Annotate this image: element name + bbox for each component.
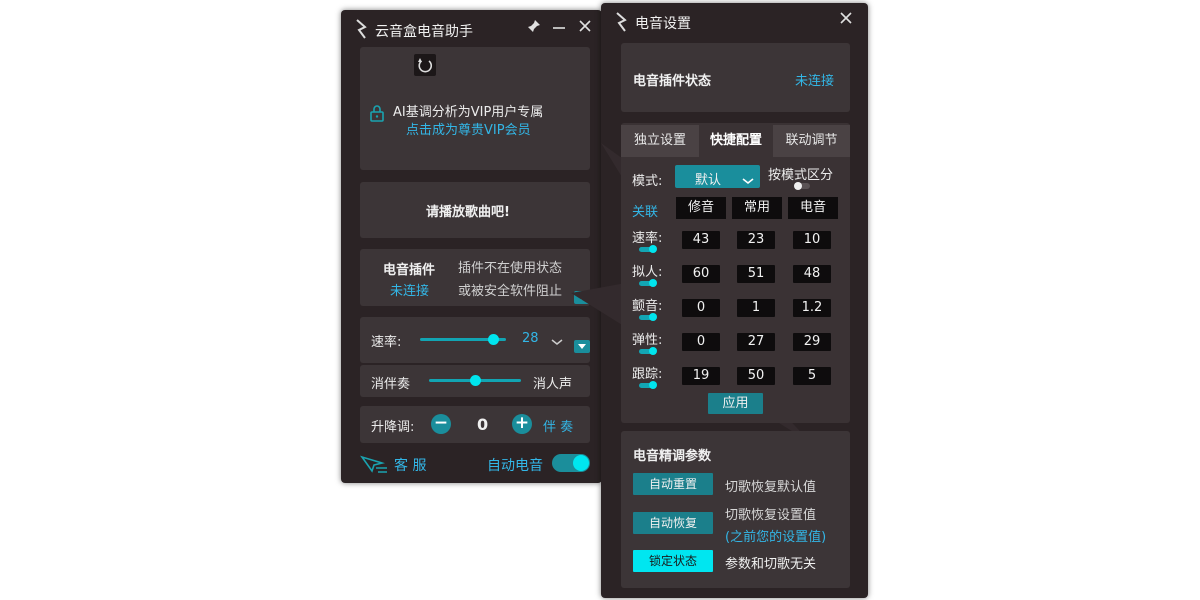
auto-effect-toggle[interactable]	[552, 454, 590, 472]
auto-reset-button[interactable]: 自动重置	[633, 473, 713, 495]
param-label: 弹性:	[632, 333, 663, 348]
param-mini-slider[interactable]	[639, 245, 657, 253]
lock-state-button[interactable]: 锁定状态	[633, 550, 713, 572]
customer-service-link[interactable]: 客 服	[394, 455, 426, 475]
tab-quick-config[interactable]: 快捷配置	[699, 125, 773, 157]
app-logo-icon	[356, 19, 367, 39]
mode-chevron-down-icon	[742, 171, 754, 190]
param-value-cell[interactable]: 23	[737, 231, 775, 249]
param-value-cell[interactable]: 48	[793, 265, 831, 283]
mode-select[interactable]: 默认	[675, 165, 760, 188]
param-value-cell[interactable]: 0	[682, 333, 720, 351]
auto-reset-desc: 切歌恢复默认值	[725, 480, 817, 495]
param-value-cell[interactable]: 50	[737, 367, 775, 385]
auto-restore-note: (之前您的设置值)	[725, 530, 827, 545]
link-label[interactable]: 关联	[632, 201, 658, 220]
remove-accompaniment-label: 消伴奏	[371, 377, 411, 392]
refresh-icon[interactable]	[414, 54, 436, 76]
tab-linked[interactable]: 联动调节	[773, 125, 850, 157]
param-value-cell[interactable]: 1	[737, 299, 775, 317]
param-value-cell[interactable]: 51	[737, 265, 775, 283]
mode-select-value: 默认	[695, 173, 722, 188]
mode-distinguish-label: 按模式区分	[768, 168, 834, 183]
customer-service-icon[interactable]	[359, 454, 388, 478]
param-value-cell[interactable]: 29	[793, 333, 831, 351]
auto-effect-toggle-knob	[573, 455, 589, 471]
plugin-status-label: 电音插件状态	[633, 74, 712, 89]
pin-icon[interactable]	[525, 19, 543, 37]
pitch-down-button[interactable]: −	[431, 414, 451, 434]
param-value-cell[interactable]: 43	[682, 231, 720, 249]
vocal-mix-slider-knob[interactable]	[469, 375, 481, 386]
param-mini-slider[interactable]	[639, 381, 657, 389]
window-title: 云音盒电音助手	[375, 24, 473, 40]
mode-distinguish-toggle[interactable]	[794, 182, 810, 190]
lock-state-desc: 参数和切歌无关	[725, 557, 817, 572]
plugin-status-panel: 电音插件状态 未连接	[621, 43, 850, 112]
param-label: 拟人:	[632, 265, 663, 280]
plugin-status[interactable]: 未连接	[390, 280, 429, 299]
param-mini-slider[interactable]	[639, 347, 657, 355]
header-common[interactable]: 常用	[732, 197, 782, 219]
param-label: 速率:	[632, 231, 663, 246]
apply-button[interactable]: 应用	[708, 393, 763, 414]
pitch-label: 升降调:	[371, 420, 415, 435]
fine-tuning-panel: 电音精调参数 自动重置 切歌恢复默认值 自动恢复 切歌恢复设置值 (之前您的设置…	[621, 431, 850, 588]
auto-restore-desc: 切歌恢复设置值	[725, 508, 817, 523]
settings-titlebar[interactable]: 电音设置	[601, 3, 868, 41]
assistant-titlebar[interactable]: 云音盒电音助手	[341, 10, 602, 48]
auto-effect-label: 自动电音	[487, 458, 543, 474]
rate-label: 速率:	[371, 335, 402, 350]
mode-distinguish-knob	[794, 182, 802, 190]
minimize-icon[interactable]	[550, 19, 568, 37]
mode-label: 模式:	[632, 174, 663, 189]
settings-title: 电音设置	[635, 16, 691, 32]
plugin-label: 电音插件	[383, 263, 436, 278]
vip-notice: AI基调分析为VIP用户专属	[393, 105, 544, 120]
param-value-cell[interactable]: 5	[793, 367, 831, 385]
header-tuning[interactable]: 修音	[676, 197, 726, 219]
param-label: 跟踪:	[632, 367, 663, 382]
plugin-status-value[interactable]: 未连接	[795, 70, 834, 89]
param-value-cell[interactable]: 27	[737, 333, 775, 351]
fine-tuning-title: 电音精调参数	[633, 449, 712, 464]
auto-restore-button[interactable]: 自动恢复	[633, 512, 713, 534]
param-value-cell[interactable]: 60	[682, 265, 720, 283]
param-value-cell[interactable]: 10	[793, 231, 831, 249]
param-value-cell[interactable]: 0	[682, 299, 720, 317]
close-icon[interactable]	[576, 19, 594, 37]
settings-logo-icon	[616, 12, 627, 32]
param-value-cell[interactable]: 1.2	[793, 299, 831, 317]
settings-close-icon[interactable]	[837, 11, 855, 29]
lock-icon	[369, 104, 385, 126]
param-value-cell[interactable]: 19	[682, 367, 720, 385]
param-label: 颤音:	[632, 299, 663, 314]
header-electronic[interactable]: 电音	[788, 197, 838, 219]
effect-settings-window: 电音设置 电音插件状态 未连接 独立设置 快捷配置 联动调节 模式: 默认 按模…	[571, 3, 868, 598]
param-mini-slider[interactable]	[639, 279, 657, 287]
param-mini-slider[interactable]	[639, 313, 657, 321]
tab-independent[interactable]: 独立设置	[621, 125, 699, 157]
